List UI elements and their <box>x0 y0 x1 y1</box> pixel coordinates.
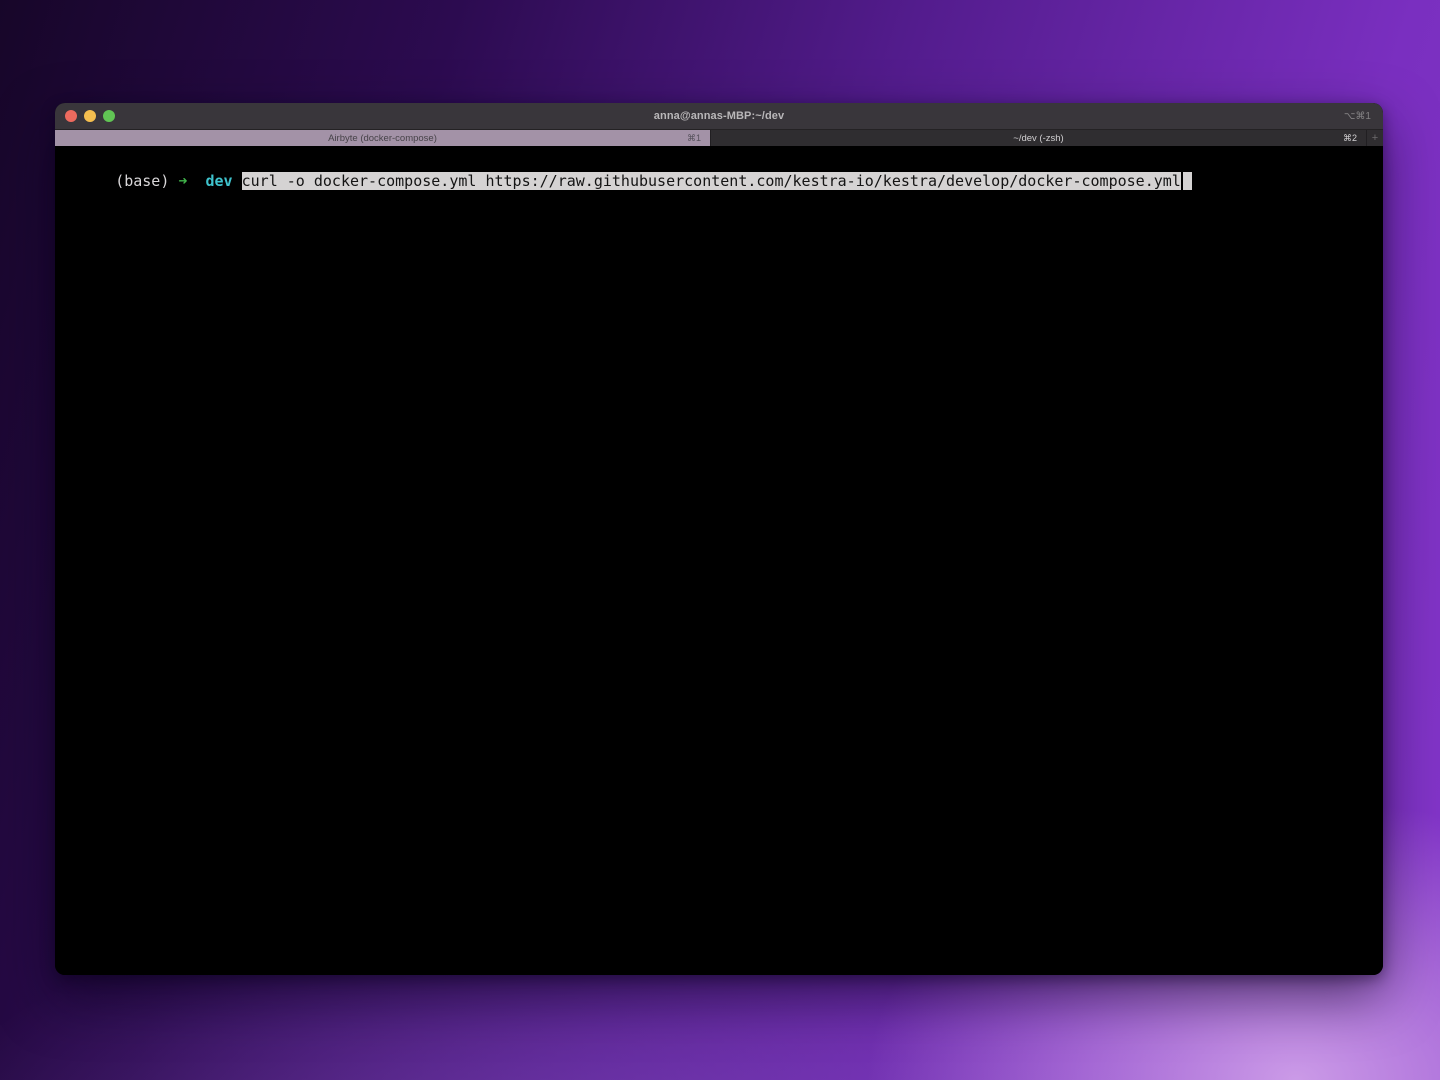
window-title: anna@annas-MBP:~/dev <box>55 110 1383 122</box>
window-shortcut-hint: ⌥⌘1 <box>1344 111 1383 122</box>
new-tab-button[interactable]: + <box>1367 130 1383 146</box>
minimize-button[interactable] <box>84 110 96 122</box>
terminal-window: anna@annas-MBP:~/dev ⌥⌘1 Airbyte (docker… <box>55 103 1383 975</box>
terminal-content[interactable]: (base) ➜ dev curl -o docker-compose.yml … <box>55 146 1383 975</box>
command-text-selected: curl -o docker-compose.yml https://raw.g… <box>242 172 1181 190</box>
tab-shortcut-hint: ⌘1 <box>687 133 710 144</box>
window-titlebar[interactable]: anna@annas-MBP:~/dev ⌥⌘1 <box>55 103 1383 129</box>
tab-shortcut-hint: ⌘2 <box>1343 133 1366 144</box>
zoom-button[interactable] <box>103 110 115 122</box>
prompt-env: (base) <box>115 172 178 190</box>
traffic-lights <box>55 110 115 122</box>
terminal-cursor <box>1183 172 1192 190</box>
prompt-spacer <box>187 172 205 190</box>
close-button[interactable] <box>65 110 77 122</box>
prompt-gap <box>233 172 242 190</box>
tab-label: Airbyte (docker-compose) <box>55 133 710 144</box>
tab-airbyte[interactable]: Airbyte (docker-compose) ⌘1 <box>55 130 711 146</box>
tab-dev-zsh[interactable]: ~/dev (-zsh) ⌘2 <box>711 130 1367 146</box>
tab-bar: Airbyte (docker-compose) ⌘1 ~/dev (-zsh)… <box>55 129 1383 146</box>
tab-label: ~/dev (-zsh) <box>711 133 1366 144</box>
prompt-directory: dev <box>206 172 233 190</box>
